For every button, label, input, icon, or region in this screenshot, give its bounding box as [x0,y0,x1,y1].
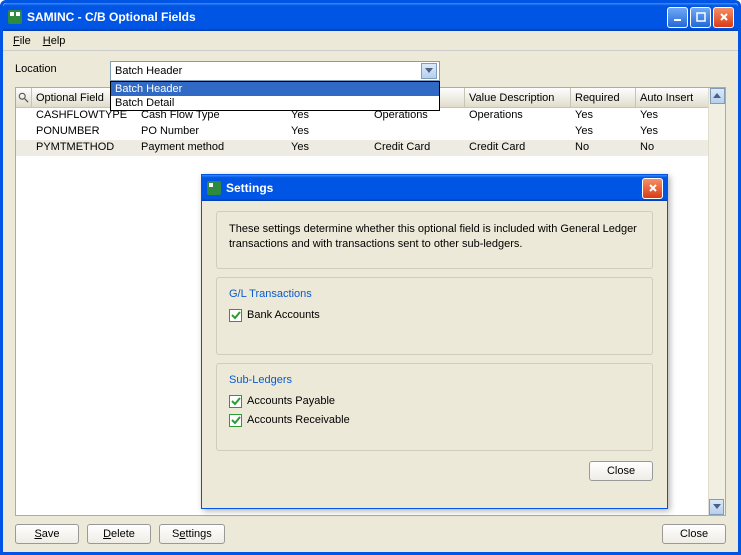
bank-accounts-label: Bank Accounts [247,309,320,321]
window-title: SAMINC - C/B Optional Fields [27,10,667,24]
gl-header: G/L Transactions [229,288,640,306]
bottom-button-bar: Save Delete Settings Close [3,516,738,552]
dialog-titlebar[interactable]: Settings [202,175,667,201]
minimize-button[interactable] [667,7,688,28]
location-combo-text: Batch Header [115,65,421,77]
main-close-button[interactable]: Close [662,524,726,544]
accounts-receivable-checkbox[interactable] [229,414,242,427]
close-button[interactable] [713,7,734,28]
dialog-icon [206,180,222,196]
dropdown-option-batch-header[interactable]: Batch Header [111,82,439,96]
chevron-down-icon[interactable] [421,63,437,79]
accounts-payable-label: Accounts Payable [247,395,335,407]
scroll-down-icon[interactable] [709,499,724,515]
col-auto-insert[interactable]: Auto Insert [636,88,713,107]
sub-ledgers-header: Sub-Ledgers [229,374,640,392]
gl-transactions-group: G/L Transactions Bank Accounts [216,277,653,355]
location-combo[interactable]: Batch Header [110,61,440,81]
dropdown-option-batch-detail[interactable]: Batch Detail [111,96,439,110]
menu-file[interactable]: File [7,33,37,49]
app-icon [7,9,23,25]
col-required[interactable]: Required [571,88,636,107]
col-value-description[interactable]: Value Description [465,88,571,107]
location-dropdown: Batch Header Batch Detail [110,81,440,111]
accounts-receivable-label: Accounts Receivable [247,414,350,426]
dialog-close-button[interactable]: Close [589,461,653,481]
table-row[interactable]: PYMTMETHOD Payment method Yes Credit Car… [16,140,725,156]
search-icon[interactable] [16,88,32,107]
dialog-title: Settings [226,181,642,195]
dialog-close-icon[interactable] [642,178,663,199]
settings-dialog: Settings These settings determine whethe… [201,174,668,509]
intro-group: These settings determine whether this op… [216,211,653,269]
save-button[interactable]: Save [15,524,79,544]
settings-button[interactable]: Settings [159,524,225,544]
location-label: Location [15,61,110,75]
accounts-payable-checkbox[interactable] [229,395,242,408]
intro-text: These settings determine whether this op… [229,222,640,258]
menu-help[interactable]: Help [37,33,72,49]
main-window: SAMINC - C/B Optional Fields File Help L… [0,0,741,555]
delete-button[interactable]: Delete [87,524,151,544]
bank-accounts-checkbox[interactable] [229,309,242,322]
maximize-button[interactable] [690,7,711,28]
table-row[interactable]: PONUMBER PO Number Yes Yes Yes [16,124,725,140]
titlebar[interactable]: SAMINC - C/B Optional Fields [3,3,738,31]
scroll-up-icon[interactable] [710,88,725,104]
sub-ledgers-group: Sub-Ledgers Accounts Payable Accounts Re… [216,363,653,451]
vertical-scrollbar[interactable] [708,88,725,515]
menubar: File Help [3,31,738,51]
